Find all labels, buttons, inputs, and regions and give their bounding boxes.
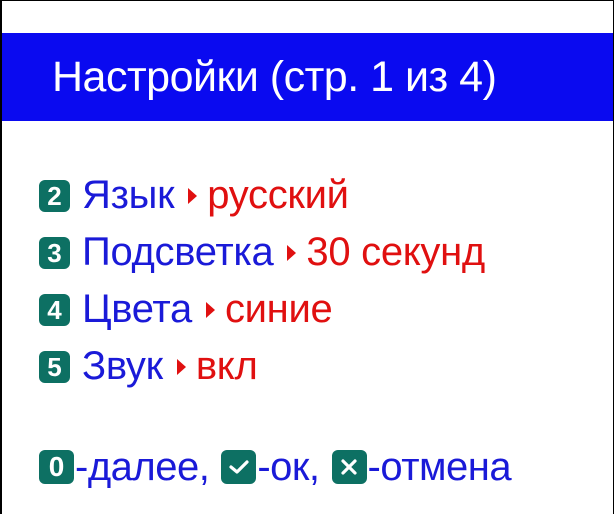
key-4-badge: 4	[39, 293, 70, 326]
softkey-hints: 0 -далее, -ок, -отмена	[39, 441, 512, 493]
settings-screen: Настройки (стр. 1 из 4) 2 Язык русский 3…	[0, 0, 614, 514]
menu-item-language[interactable]: 2 Язык русский	[39, 167, 485, 224]
menu-item-value: синие	[224, 287, 333, 331]
menu-item-colors[interactable]: 4 Цвета синие	[39, 281, 485, 338]
triangle-right-icon	[176, 358, 186, 375]
triangle-right-icon	[287, 244, 297, 261]
ok-softkey[interactable]	[221, 450, 257, 484]
cancel-softkey[interactable]	[331, 450, 367, 484]
ok-hint-label: -ок,	[257, 444, 320, 489]
menu-item-label: Цвета	[82, 287, 192, 331]
triangle-right-icon	[188, 187, 198, 204]
menu-item-label: Звук	[82, 344, 163, 388]
key-0-glyph: 0	[48, 451, 65, 482]
next-hint-label: -далее,	[75, 444, 210, 489]
checkmark-icon	[229, 460, 249, 474]
menu-item-value: русский	[207, 173, 349, 217]
menu-item-backlight[interactable]: 3 Подсветка 30 секунд	[39, 224, 485, 281]
key-2-badge: 2	[39, 179, 70, 212]
key-3-badge: 3	[39, 236, 70, 269]
menu-item-label: Подсветка	[82, 230, 274, 274]
cross-icon	[341, 459, 357, 475]
title-bar: Настройки (стр. 1 из 4)	[2, 33, 613, 121]
settings-menu: 2 Язык русский 3 Подсветка 30 секунд 4 Ц…	[39, 167, 485, 395]
triangle-right-icon	[205, 301, 215, 318]
next-softkey[interactable]: 0	[39, 450, 74, 484]
page-title: Настройки (стр. 1 из 4)	[52, 52, 497, 101]
menu-item-value: вкл	[195, 344, 258, 388]
menu-item-value: 30 секунд	[306, 230, 485, 274]
menu-item-label: Язык	[82, 173, 175, 217]
key-5-badge: 5	[39, 350, 70, 383]
cancel-hint-label: -отмена	[367, 444, 512, 489]
menu-item-sound[interactable]: 5 Звук вкл	[39, 338, 485, 395]
